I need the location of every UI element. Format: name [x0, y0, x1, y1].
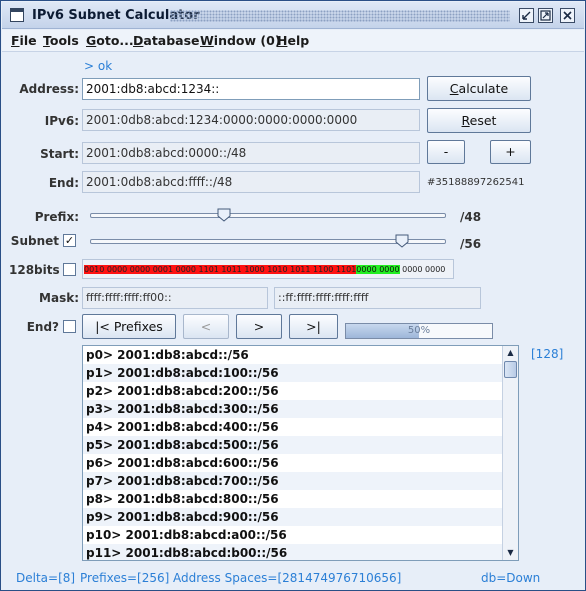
bits128-label: 128bits: [9, 263, 60, 277]
end-check-label: End?: [26, 320, 59, 334]
prefix-label: Prefix:: [34, 210, 79, 224]
address-input[interactable]: [82, 78, 420, 100]
prefixes-first-button[interactable]: |< Prefixes: [82, 314, 176, 339]
status-bar: Delta=[8] Prefixes=[256] Address Spaces=…: [2, 569, 584, 589]
prefix-list[interactable]: p0> 2001:db8:abcd::/56 p1> 2001:db8:abcd:…: [82, 345, 519, 561]
start-field[interactable]: 2001:0db8:abcd:0000::/48: [82, 142, 420, 164]
next-button[interactable]: >: [236, 314, 282, 339]
bits128-checkbox[interactable]: [63, 263, 76, 276]
minimize-icon[interactable]: [519, 8, 534, 23]
menu-tools[interactable]: Tools: [43, 33, 79, 48]
app-window: IPv6 Subnet Calculator File Tools Goto..…: [0, 0, 586, 591]
menu-bar: File Tools Goto... Database Window (0) H…: [2, 30, 584, 52]
subnet-label: Subnet: [10, 234, 59, 248]
status-ok-link[interactable]: > ok: [84, 59, 112, 73]
prefix-list-rows: p0> 2001:db8:abcd::/56 p1> 2001:db8:abcd:…: [83, 346, 503, 560]
scroll-down-icon[interactable]: ▼: [503, 546, 518, 560]
menu-help[interactable]: Help: [277, 33, 309, 48]
reset-button[interactable]: Reset: [427, 108, 531, 133]
progress-bar: 50%: [345, 323, 493, 339]
menu-window[interactable]: Window (0): [200, 33, 281, 48]
list-scrollbar[interactable]: ▲ ▼: [502, 346, 518, 560]
bits-subnet-part: 0000 0000: [356, 265, 400, 274]
list-item[interactable]: p7> 2001:db8:abcd:700::/56: [83, 472, 503, 490]
list-item[interactable]: p4> 2001:db8:abcd:400::/56: [83, 418, 503, 436]
close-icon[interactable]: [560, 8, 575, 23]
prefix-value: /48: [460, 210, 482, 224]
end-checkbox[interactable]: [63, 320, 76, 333]
ipv6-field[interactable]: 2001:0db8:abcd:1234:0000:0000:0000:0000: [82, 109, 420, 131]
subnet-checkbox[interactable]: ✓: [63, 234, 76, 247]
wildcard-mask-field[interactable]: ::ff:ffff:ffff:ffff:ffff: [274, 287, 481, 309]
status-delta: Delta=[8]: [16, 571, 76, 585]
ipv6-label: IPv6:: [44, 114, 79, 128]
start-label: Start:: [40, 147, 79, 161]
list-item[interactable]: p0> 2001:db8:abcd::/56: [83, 346, 503, 364]
maximize-icon[interactable]: [538, 8, 553, 23]
calculate-button[interactable]: Calculate: [427, 76, 531, 101]
end-count: #35188897262541: [427, 177, 525, 188]
list-item[interactable]: p6> 2001:db8:abcd:600::/56: [83, 454, 503, 472]
last-button[interactable]: >|: [289, 314, 338, 339]
app-window-icon: [10, 8, 24, 22]
list-item[interactable]: p11> 2001:db8:abcd:b00::/56: [83, 544, 503, 560]
plus-button[interactable]: +: [490, 140, 531, 164]
status-prefixes: Prefixes=[256]: [80, 571, 170, 585]
title-bar[interactable]: IPv6 Subnet Calculator: [2, 2, 584, 29]
bits-host-part: 0000 0000: [402, 265, 446, 274]
menu-file[interactable]: File: [11, 33, 37, 48]
menu-goto[interactable]: Goto...: [86, 33, 134, 48]
list-item[interactable]: p1> 2001:db8:abcd:100::/56: [83, 364, 503, 382]
mask-label: Mask:: [39, 291, 79, 305]
list-count: [128]: [531, 347, 564, 361]
minus-button[interactable]: -: [427, 140, 465, 164]
mask-field[interactable]: ffff:ffff:ffff:ff00::: [82, 287, 268, 309]
title-grip: [170, 10, 510, 22]
progress-text: 50%: [407, 325, 431, 336]
list-item[interactable]: p9> 2001:db8:abcd:900::/56: [83, 508, 503, 526]
subnet-value: /56: [460, 237, 482, 251]
bits-network-part: 0010 0000 0000 0001 0000 1101 1011 1000 …: [84, 265, 357, 274]
prev-button[interactable]: <: [183, 314, 229, 339]
address-label: Address:: [19, 82, 79, 96]
end-label: End:: [48, 176, 79, 190]
scroll-thumb[interactable]: [504, 361, 517, 378]
list-item[interactable]: p8> 2001:db8:abcd:800::/56: [83, 490, 503, 508]
status-address-spaces: Address Spaces=[281474976710656]: [173, 571, 402, 585]
slider-thumb-icon[interactable]: [395, 234, 409, 248]
scroll-up-icon[interactable]: ▲: [503, 346, 518, 360]
bits-display: 0010 0000 0000 0001 0000 1101 1011 1000 …: [82, 259, 454, 279]
status-db: db=Down: [481, 571, 541, 585]
subnet-slider-track[interactable]: [90, 239, 446, 244]
list-item[interactable]: p10> 2001:db8:abcd:a00::/56: [83, 526, 503, 544]
prefix-slider-track[interactable]: [90, 213, 446, 218]
list-item[interactable]: p3> 2001:db8:abcd:300::/56: [83, 400, 503, 418]
bits-text: 0010 0000 0000 0001 0000 1101 1011 1000 …: [84, 264, 445, 276]
end-field[interactable]: 2001:0db8:abcd:ffff::/48: [82, 171, 420, 193]
slider-thumb-icon[interactable]: [217, 208, 231, 222]
list-item[interactable]: p2> 2001:db8:abcd:200::/56: [83, 382, 503, 400]
list-item[interactable]: p5> 2001:db8:abcd:500::/56: [83, 436, 503, 454]
menu-database[interactable]: Database: [133, 33, 200, 48]
